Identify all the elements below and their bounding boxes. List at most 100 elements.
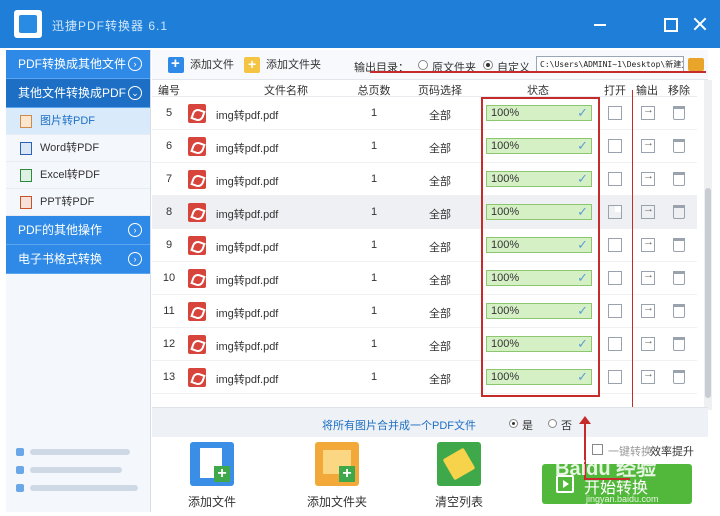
row-page-range[interactable]: 全部 bbox=[414, 239, 466, 255]
merge-no-radio[interactable] bbox=[548, 419, 557, 428]
close-icon[interactable] bbox=[690, 14, 710, 34]
minimize-icon[interactable] bbox=[590, 14, 610, 34]
add-folder-button[interactable]: 添加文件夹 bbox=[244, 55, 321, 74]
open-file-icon[interactable] bbox=[608, 337, 622, 351]
output-icon[interactable] bbox=[641, 368, 655, 384]
open-file-icon[interactable] bbox=[608, 172, 622, 186]
radio-custom[interactable] bbox=[483, 60, 493, 70]
output-icon[interactable] bbox=[641, 302, 655, 318]
bottom-add-file-button[interactable]: + 添加文件 bbox=[172, 442, 252, 512]
row-pages: 1 bbox=[370, 206, 378, 218]
clear-list-button[interactable]: 清空列表 bbox=[419, 442, 499, 512]
table-row[interactable]: 11 img转pdf.pdf 1 全部 100% ✓ bbox=[152, 295, 697, 328]
table-row[interactable]: 9 img转pdf.pdf 1 全部 100% ✓ bbox=[152, 229, 697, 262]
trash-icon[interactable] bbox=[673, 370, 685, 384]
trash-icon[interactable] bbox=[673, 238, 685, 252]
row-page-range[interactable]: 全部 bbox=[414, 371, 466, 387]
row-number: 7 bbox=[165, 173, 173, 185]
sidebar-category-pdf-other-ops[interactable]: PDF的其他操作 › bbox=[6, 216, 150, 245]
pdf-file-icon bbox=[188, 203, 206, 222]
radio-source-folder[interactable] bbox=[418, 60, 428, 70]
row-page-range[interactable]: 全部 bbox=[414, 173, 466, 189]
row-number: 9 bbox=[165, 239, 173, 251]
row-page-range[interactable]: 全部 bbox=[414, 140, 466, 156]
sidebar-item-word-to-pdf[interactable]: Word转PDF bbox=[6, 135, 150, 162]
col-open: 打开 bbox=[604, 85, 626, 97]
table-row[interactable]: 13 img转pdf.pdf 1 全部 100% ✓ bbox=[152, 361, 697, 394]
row-page-range[interactable]: 全部 bbox=[414, 338, 466, 354]
start-convert-sub: jingyan.baidu.com bbox=[586, 494, 659, 504]
sidebar-item-label: Excel转PDF bbox=[40, 169, 100, 181]
browse-folder-icon[interactable] bbox=[688, 58, 704, 71]
row-pages: 1 bbox=[370, 272, 378, 284]
open-file-icon[interactable] bbox=[608, 271, 622, 285]
table-row[interactable]: 5 img转pdf.pdf 1 全部 100% ✓ bbox=[152, 97, 697, 130]
efficiency-label: 效率提升 bbox=[650, 446, 694, 458]
sidebar-item-excel-to-pdf[interactable]: Excel转PDF bbox=[6, 162, 150, 189]
row-page-range[interactable]: 全部 bbox=[414, 272, 466, 288]
bottom-add-folder-label: 添加文件夹 bbox=[306, 495, 367, 509]
output-icon[interactable] bbox=[641, 335, 655, 351]
open-file-icon[interactable] bbox=[608, 205, 622, 219]
trash-icon[interactable] bbox=[673, 106, 685, 120]
row-pages: 1 bbox=[370, 173, 378, 185]
maximize-icon[interactable] bbox=[660, 14, 680, 34]
open-file-icon[interactable] bbox=[608, 106, 622, 120]
trash-icon[interactable] bbox=[673, 205, 685, 219]
pdf-file-icon bbox=[188, 269, 206, 288]
trash-icon[interactable] bbox=[673, 139, 685, 153]
table-row[interactable]: 7 img转pdf.pdf 1 全部 100% ✓ bbox=[152, 163, 697, 196]
output-icon[interactable] bbox=[641, 269, 655, 285]
open-file-icon[interactable] bbox=[608, 238, 622, 252]
scrollbar-thumb[interactable] bbox=[705, 188, 711, 398]
add-file-label: 添加文件 bbox=[190, 59, 234, 71]
trash-icon[interactable] bbox=[673, 172, 685, 186]
table-row[interactable]: 6 img转pdf.pdf 1 全部 100% ✓ bbox=[152, 130, 697, 163]
row-page-range[interactable]: 全部 bbox=[414, 107, 466, 123]
sidebar-category-label: PDF的其他操作 bbox=[18, 223, 103, 237]
image-file-icon bbox=[20, 115, 32, 128]
output-icon[interactable] bbox=[641, 203, 655, 219]
trash-icon[interactable] bbox=[673, 337, 685, 351]
col-remove: 移除 bbox=[668, 85, 690, 97]
sidebar-category-ebook[interactable]: 电子书格式转换 › bbox=[6, 245, 150, 274]
col-status: 状态 bbox=[527, 85, 549, 97]
chevron-right-icon: › bbox=[128, 223, 142, 237]
sidebar-category-other-to-pdf[interactable]: 其他文件转换成PDF ⌄ bbox=[6, 79, 150, 108]
merge-yes-radio[interactable] bbox=[509, 419, 518, 428]
file-list: 5img转pdf.pdf1全部100%✓6img转pdf.pdf1全部100%✓… bbox=[152, 97, 697, 394]
table-row[interactable]: 12 img转pdf.pdf 1 全部 100% ✓ bbox=[152, 328, 697, 361]
trash-icon[interactable] bbox=[673, 271, 685, 285]
open-file-icon[interactable] bbox=[608, 304, 622, 318]
output-icon[interactable] bbox=[641, 104, 655, 120]
row-filename: img转pdf.pdf bbox=[216, 176, 279, 188]
pdf-file-icon bbox=[188, 302, 206, 321]
sidebar-category-pdf-to-other[interactable]: PDF转换成其他文件 › bbox=[6, 50, 150, 79]
pdf-file-icon bbox=[188, 137, 206, 156]
output-icon[interactable] bbox=[641, 170, 655, 186]
output-icon[interactable] bbox=[641, 137, 655, 153]
annotation-underline bbox=[370, 71, 706, 73]
output-icon[interactable] bbox=[641, 236, 655, 252]
pdf-file-icon bbox=[188, 236, 206, 255]
table-row[interactable]: 10 img转pdf.pdf 1 全部 100% ✓ bbox=[152, 262, 697, 295]
table-row[interactable]: 8 img转pdf.pdf 1 全部 100% ✓ bbox=[152, 196, 697, 229]
merge-option-row: 将所有图片合并成一个PDF文件 是 否 bbox=[152, 407, 708, 437]
open-file-icon[interactable] bbox=[608, 139, 622, 153]
phone-icon bbox=[16, 448, 24, 456]
vertical-scrollbar[interactable] bbox=[704, 80, 712, 410]
row-page-range[interactable]: 全部 bbox=[414, 206, 466, 222]
bottom-add-folder-button[interactable]: + 添加文件夹 bbox=[297, 442, 377, 512]
row-page-range[interactable]: 全部 bbox=[414, 305, 466, 321]
sidebar-item-image-to-pdf[interactable]: 图片转PDF bbox=[6, 108, 150, 135]
row-filename: img转pdf.pdf bbox=[216, 374, 279, 386]
row-pages: 1 bbox=[370, 140, 378, 152]
web-icon bbox=[16, 484, 24, 492]
open-file-icon[interactable] bbox=[608, 370, 622, 384]
pdf-file-icon bbox=[188, 368, 206, 387]
chevron-down-icon: ⌄ bbox=[128, 86, 142, 100]
sidebar-item-ppt-to-pdf[interactable]: PPT转PDF bbox=[6, 189, 150, 216]
add-file-button[interactable]: 添加文件 bbox=[168, 55, 234, 74]
trash-icon[interactable] bbox=[673, 304, 685, 318]
toolbar: 添加文件 添加文件夹 输出目录： 原文件夹 自定义 C:\Users\ADMIN… bbox=[152, 50, 708, 80]
